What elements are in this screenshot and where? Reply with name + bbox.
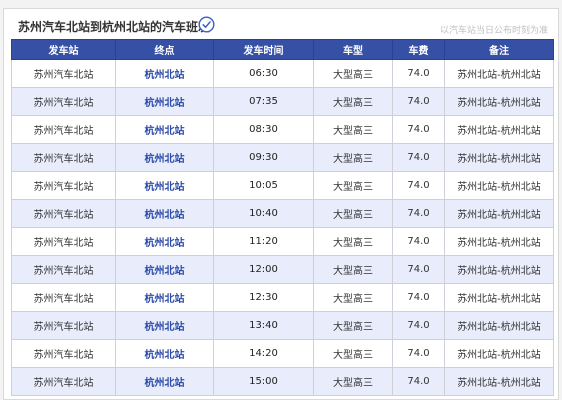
table-row: 苏州汽车北站 杭州北站 07:35 大型高三 74.0 苏州北站-杭州北站 (11, 87, 554, 116)
fare-cell: 74.0 (392, 143, 445, 172)
vehicle-type-cell: 大型高三 (313, 87, 393, 116)
departure-station-cell: 苏州汽车北站 (11, 367, 116, 396)
table-row: 苏州汽车北站 杭州北站 14:20 大型高三 74.0 苏州北站-杭州北站 (11, 339, 554, 368)
departure-station-cell: 苏州汽车北站 (11, 143, 116, 172)
remarks-cell: 苏州北站-杭州北站 (444, 171, 554, 200)
remarks-cell: 苏州北站-杭州北站 (444, 283, 554, 312)
vehicle-type-cell: 大型高三 (313, 311, 393, 340)
remarks-cell: 苏州北站-杭州北站 (444, 87, 554, 116)
vehicle-type-cell: 大型高三 (313, 143, 393, 172)
col-header-vehicle-type: 车型 (313, 39, 393, 60)
remarks-cell: 苏州北站-杭州北站 (444, 59, 554, 88)
remarks-cell: 苏州北站-杭州北站 (444, 339, 554, 368)
fare-cell: 74.0 (392, 255, 445, 284)
destination-link[interactable]: 杭州北站 (115, 339, 214, 368)
vehicle-type-cell: 大型高三 (313, 115, 393, 144)
departure-station-cell: 苏州汽车北站 (11, 283, 116, 312)
fare-cell: 74.0 (392, 311, 445, 340)
departure-station-cell: 苏州汽车北站 (11, 87, 116, 116)
col-header-fare: 车费 (392, 39, 445, 60)
schedule-title: 苏州汽车北站到杭州北站的汽车班次 (18, 20, 211, 34)
destination-link[interactable]: 杭州北站 (115, 255, 214, 284)
vehicle-type-cell: 大型高三 (313, 255, 393, 284)
destination-link[interactable]: 杭州北站 (115, 367, 214, 396)
table-header-row: 发车站 终点 发车时间 车型 车费 备注 (11, 39, 554, 60)
fare-cell: 74.0 (392, 59, 445, 88)
fare-cell: 74.0 (392, 283, 445, 312)
departure-station-cell: 苏州汽车北站 (11, 115, 116, 144)
fare-cell: 74.0 (392, 199, 445, 228)
fare-cell: 74.0 (392, 339, 445, 368)
destination-link[interactable]: 杭州北站 (115, 199, 214, 228)
timetable-note: 以汽车站当日公布时刻为准 (439, 26, 548, 36)
destination-link[interactable]: 杭州北站 (115, 143, 214, 172)
col-header-departure-time: 发车时间 (213, 39, 314, 60)
departure-time-cell: 12:30 (213, 283, 314, 312)
table-row: 苏州汽车北站 杭州北站 08:30 大型高三 74.0 苏州北站-杭州北站 (11, 115, 554, 144)
fare-cell: 74.0 (392, 115, 445, 144)
remarks-cell: 苏州北站-杭州北站 (444, 367, 554, 396)
remarks-cell: 苏州北站-杭州北站 (444, 227, 554, 256)
schedule-table: 发车站 终点 发车时间 车型 车费 备注 苏州汽车北站 杭州北站 06:30 大型高三… (11, 39, 554, 396)
departure-time-cell: 12:00 (213, 255, 314, 284)
destination-link[interactable]: 杭州北站 (115, 227, 214, 256)
table-row: 苏州汽车北站 杭州北站 12:00 大型高三 74.0 苏州北站-杭州北站 (11, 255, 554, 284)
col-header-departure-station: 发车站 (11, 39, 116, 60)
fare-cell: 74.0 (392, 367, 445, 396)
remarks-cell: 苏州北站-杭州北站 (444, 143, 554, 172)
departure-station-cell: 苏州汽车北站 (11, 227, 116, 256)
vehicle-type-cell: 大型高三 (313, 199, 393, 228)
remarks-cell: 苏州北站-杭州北站 (444, 115, 554, 144)
departure-station-cell: 苏州汽车北站 (11, 59, 116, 88)
destination-link[interactable]: 杭州北站 (115, 171, 214, 200)
departure-time-cell: 10:40 (213, 199, 314, 228)
departure-station-cell: 苏州汽车北站 (11, 339, 116, 368)
vehicle-type-cell: 大型高三 (313, 171, 393, 200)
destination-link[interactable]: 杭州北站 (115, 311, 214, 340)
departure-time-cell: 14:20 (213, 339, 314, 368)
fare-cell: 74.0 (392, 87, 445, 116)
table-row: 苏州汽车北站 杭州北站 09:30 大型高三 74.0 苏州北站-杭州北站 (11, 143, 554, 172)
departure-station-cell: 苏州汽车北站 (11, 199, 116, 228)
vehicle-type-cell: 大型高三 (313, 367, 393, 396)
departure-time-cell: 08:30 (213, 115, 314, 144)
vehicle-type-cell: 大型高三 (313, 227, 393, 256)
fare-cell: 74.0 (392, 171, 445, 200)
vehicle-type-cell: 大型高三 (313, 59, 393, 88)
departure-time-cell: 10:05 (213, 171, 314, 200)
table-row: 苏州汽车北站 杭州北站 11:20 大型高三 74.0 苏州北站-杭州北站 (11, 227, 554, 256)
departure-station-cell: 苏州汽车北站 (11, 171, 116, 200)
departure-time-cell: 07:35 (213, 87, 314, 116)
departure-time-cell: 11:20 (213, 227, 314, 256)
table-row: 苏州汽车北站 杭州北站 13:40 大型高三 74.0 苏州北站-杭州北站 (11, 311, 554, 340)
destination-link[interactable]: 杭州北站 (115, 283, 214, 312)
fare-cell: 74.0 (392, 227, 445, 256)
departure-time-cell: 06:30 (213, 59, 314, 88)
departure-time-cell: 09:30 (213, 143, 314, 172)
table-row: 苏州汽车北站 杭州北站 10:40 大型高三 74.0 苏州北站-杭州北站 (11, 199, 554, 228)
vehicle-type-cell: 大型高三 (313, 339, 393, 368)
remarks-cell: 苏州北站-杭州北站 (444, 311, 554, 340)
clock-icon (198, 16, 215, 33)
departure-station-cell: 苏州汽车北站 (11, 255, 116, 284)
remarks-cell: 苏州北站-杭州北站 (444, 255, 554, 284)
departure-time-cell: 15:00 (213, 367, 314, 396)
table-row: 苏州汽车北站 杭州北站 10:05 大型高三 74.0 苏州北站-杭州北站 (11, 171, 554, 200)
table-row: 苏州汽车北站 杭州北站 12:30 大型高三 74.0 苏州北站-杭州北站 (11, 283, 554, 312)
departure-station-cell: 苏州汽车北站 (11, 311, 116, 340)
table-row: 苏州汽车北站 杭州北站 15:00 大型高三 74.0 苏州北站-杭州北站 (11, 367, 554, 396)
destination-link[interactable]: 杭州北站 (115, 87, 214, 116)
schedule-panel: 苏州汽车北站到杭州北站的汽车班次 以汽车站当日公布时刻为准 发车站 终点 发车时… (3, 8, 559, 400)
schedule-header: 苏州汽车北站到杭州北站的汽车班次 以汽车站当日公布时刻为准 (4, 9, 558, 40)
vehicle-type-cell: 大型高三 (313, 283, 393, 312)
table-row: 苏州汽车北站 杭州北站 06:30 大型高三 74.0 苏州北站-杭州北站 (11, 59, 554, 88)
remarks-cell: 苏州北站-杭州北站 (444, 199, 554, 228)
destination-link[interactable]: 杭州北站 (115, 59, 214, 88)
departure-time-cell: 13:40 (213, 311, 314, 340)
col-header-remarks: 备注 (444, 39, 554, 60)
col-header-destination: 终点 (115, 39, 214, 60)
destination-link[interactable]: 杭州北站 (115, 115, 214, 144)
